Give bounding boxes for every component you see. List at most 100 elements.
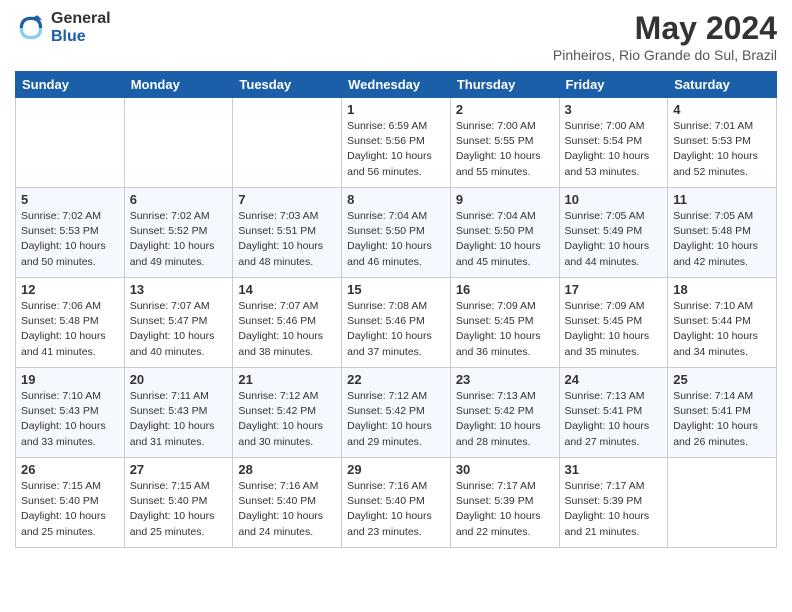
day-number: 25 — [673, 372, 771, 387]
calendar-cell: 6 Sunrise: 7:02 AMSunset: 5:52 PMDaylight… — [124, 188, 233, 278]
day-number: 24 — [565, 372, 663, 387]
day-info: Sunrise: 7:14 AMSunset: 5:41 PMDaylight:… — [673, 389, 771, 450]
day-number: 21 — [238, 372, 336, 387]
calendar-cell: 18 Sunrise: 7:10 AMSunset: 5:44 PMDayligh… — [668, 278, 777, 368]
logo-general-text: General — [51, 10, 111, 28]
day-number: 3 — [565, 102, 663, 117]
day-info: Sunrise: 7:08 AMSunset: 5:46 PMDaylight:… — [347, 299, 445, 360]
calendar-cell: 12Sunrise: 7:06 AMSunset: 5:48 PMDayligh… — [16, 278, 125, 368]
calendar-cell: 19Sunrise: 7:10 AMSunset: 5:43 PMDayligh… — [16, 368, 125, 458]
day-number: 16 — [456, 282, 554, 297]
calendar-cell: 5 Sunrise: 7:02 AMSunset: 5:53 PMDaylight… — [16, 188, 125, 278]
calendar-cell: 27 Sunrise: 7:15 AMSunset: 5:40 PMDayligh… — [124, 458, 233, 548]
day-info: Sunrise: 7:01 AMSunset: 5:53 PMDaylight:… — [673, 119, 771, 180]
day-number: 2 — [456, 102, 554, 117]
day-info: Sunrise: 7:02 AMSunset: 5:53 PMDaylight:… — [21, 209, 119, 270]
day-number: 13 — [130, 282, 228, 297]
day-info: Sunrise: 7:03 AMSunset: 5:51 PMDaylight:… — [238, 209, 336, 270]
calendar-cell: 25 Sunrise: 7:14 AMSunset: 5:41 PMDayligh… — [668, 368, 777, 458]
calendar-cell: 15 Sunrise: 7:08 AMSunset: 5:46 PMDayligh… — [342, 278, 451, 368]
calendar-cell: 13 Sunrise: 7:07 AMSunset: 5:47 PMDayligh… — [124, 278, 233, 368]
header: General Blue May 2024 Pinheiros, Rio Gra… — [15, 10, 777, 63]
calendar-cell: 4 Sunrise: 7:01 AMSunset: 5:53 PMDaylight… — [668, 98, 777, 188]
day-number: 14 — [238, 282, 336, 297]
day-number: 19 — [21, 372, 119, 387]
calendar-cell: 2 Sunrise: 7:00 AMSunset: 5:55 PMDaylight… — [450, 98, 559, 188]
day-header-monday: Monday — [124, 72, 233, 98]
day-header-tuesday: Tuesday — [233, 72, 342, 98]
day-header-wednesday: Wednesday — [342, 72, 451, 98]
day-info: Sunrise: 7:17 AMSunset: 5:39 PMDaylight:… — [456, 479, 554, 540]
day-number: 22 — [347, 372, 445, 387]
calendar-week-3: 19Sunrise: 7:10 AMSunset: 5:43 PMDayligh… — [16, 368, 777, 458]
day-info: Sunrise: 7:07 AMSunset: 5:47 PMDaylight:… — [130, 299, 228, 360]
day-number: 6 — [130, 192, 228, 207]
day-info: Sunrise: 7:09 AMSunset: 5:45 PMDaylight:… — [456, 299, 554, 360]
day-info: Sunrise: 6:59 AMSunset: 5:56 PMDaylight:… — [347, 119, 445, 180]
calendar-cell: 11 Sunrise: 7:05 AMSunset: 5:48 PMDayligh… — [668, 188, 777, 278]
logo-icon — [15, 12, 47, 44]
calendar-cell: 26 Sunrise: 7:15 AMSunset: 5:40 PMDayligh… — [16, 458, 125, 548]
day-info: Sunrise: 7:15 AMSunset: 5:40 PMDaylight:… — [21, 479, 119, 540]
calendar-cell: 3Sunrise: 7:00 AMSunset: 5:54 PMDaylight… — [559, 98, 668, 188]
day-header-sunday: Sunday — [16, 72, 125, 98]
day-number: 8 — [347, 192, 445, 207]
calendar-cell: 30 Sunrise: 7:17 AMSunset: 5:39 PMDayligh… — [450, 458, 559, 548]
day-info: Sunrise: 7:11 AMSunset: 5:43 PMDaylight:… — [130, 389, 228, 450]
day-number: 30 — [456, 462, 554, 477]
calendar-cell: 21 Sunrise: 7:12 AMSunset: 5:42 PMDayligh… — [233, 368, 342, 458]
day-info: Sunrise: 7:16 AMSunset: 5:40 PMDaylight:… — [238, 479, 336, 540]
day-info: Sunrise: 7:06 AMSunset: 5:48 PMDaylight:… — [21, 299, 119, 360]
calendar-cell: 7 Sunrise: 7:03 AMSunset: 5:51 PMDaylight… — [233, 188, 342, 278]
day-info: Sunrise: 7:15 AMSunset: 5:40 PMDaylight:… — [130, 479, 228, 540]
day-number: 29 — [347, 462, 445, 477]
day-info: Sunrise: 7:05 AMSunset: 5:48 PMDaylight:… — [673, 209, 771, 270]
calendar-cell: 31 Sunrise: 7:17 AMSunset: 5:39 PMDayligh… — [559, 458, 668, 548]
calendar-cell: 29Sunrise: 7:16 AMSunset: 5:40 PMDayligh… — [342, 458, 451, 548]
calendar-week-0: 1Sunrise: 6:59 AMSunset: 5:56 PMDaylight… — [16, 98, 777, 188]
calendar-cell: 28 Sunrise: 7:16 AMSunset: 5:40 PMDayligh… — [233, 458, 342, 548]
calendar-cell: 8 Sunrise: 7:04 AMSunset: 5:50 PMDaylight… — [342, 188, 451, 278]
calendar-cell: 14 Sunrise: 7:07 AMSunset: 5:46 PMDayligh… — [233, 278, 342, 368]
title-block: May 2024 Pinheiros, Rio Grande do Sul, B… — [553, 10, 777, 63]
calendar-cell — [233, 98, 342, 188]
calendar-table: SundayMondayTuesdayWednesdayThursdayFrid… — [15, 71, 777, 548]
calendar-cell: 20 Sunrise: 7:11 AMSunset: 5:43 PMDayligh… — [124, 368, 233, 458]
calendar-cell: 1Sunrise: 6:59 AMSunset: 5:56 PMDaylight… — [342, 98, 451, 188]
day-number: 17 — [565, 282, 663, 297]
day-info: Sunrise: 7:04 AMSunset: 5:50 PMDaylight:… — [347, 209, 445, 270]
day-number: 7 — [238, 192, 336, 207]
page-container: General Blue May 2024 Pinheiros, Rio Gra… — [0, 0, 792, 558]
day-info: Sunrise: 7:04 AMSunset: 5:50 PMDaylight:… — [456, 209, 554, 270]
day-number: 31 — [565, 462, 663, 477]
day-info: Sunrise: 7:10 AMSunset: 5:44 PMDaylight:… — [673, 299, 771, 360]
day-info: Sunrise: 7:17 AMSunset: 5:39 PMDaylight:… — [565, 479, 663, 540]
calendar-week-2: 12Sunrise: 7:06 AMSunset: 5:48 PMDayligh… — [16, 278, 777, 368]
day-number: 18 — [673, 282, 771, 297]
day-info: Sunrise: 7:07 AMSunset: 5:46 PMDaylight:… — [238, 299, 336, 360]
day-info: Sunrise: 7:12 AMSunset: 5:42 PMDaylight:… — [238, 389, 336, 450]
logo: General Blue — [15, 10, 111, 45]
calendar-cell: 17Sunrise: 7:09 AMSunset: 5:45 PMDayligh… — [559, 278, 668, 368]
day-info: Sunrise: 7:13 AMSunset: 5:41 PMDaylight:… — [565, 389, 663, 450]
day-info: Sunrise: 7:05 AMSunset: 5:49 PMDaylight:… — [565, 209, 663, 270]
day-header-friday: Friday — [559, 72, 668, 98]
day-number: 15 — [347, 282, 445, 297]
day-header-saturday: Saturday — [668, 72, 777, 98]
day-number: 27 — [130, 462, 228, 477]
day-number: 11 — [673, 192, 771, 207]
day-number: 5 — [21, 192, 119, 207]
day-number: 9 — [456, 192, 554, 207]
calendar-cell — [16, 98, 125, 188]
day-info: Sunrise: 7:00 AMSunset: 5:55 PMDaylight:… — [456, 119, 554, 180]
day-number: 20 — [130, 372, 228, 387]
logo-blue-text: Blue — [51, 28, 111, 46]
day-info: Sunrise: 7:13 AMSunset: 5:42 PMDaylight:… — [456, 389, 554, 450]
day-number: 28 — [238, 462, 336, 477]
day-number: 4 — [673, 102, 771, 117]
day-info: Sunrise: 7:02 AMSunset: 5:52 PMDaylight:… — [130, 209, 228, 270]
day-number: 26 — [21, 462, 119, 477]
calendar-header-row: SundayMondayTuesdayWednesdayThursdayFrid… — [16, 72, 777, 98]
main-title: May 2024 — [553, 10, 777, 47]
calendar-cell: 9 Sunrise: 7:04 AMSunset: 5:50 PMDaylight… — [450, 188, 559, 278]
